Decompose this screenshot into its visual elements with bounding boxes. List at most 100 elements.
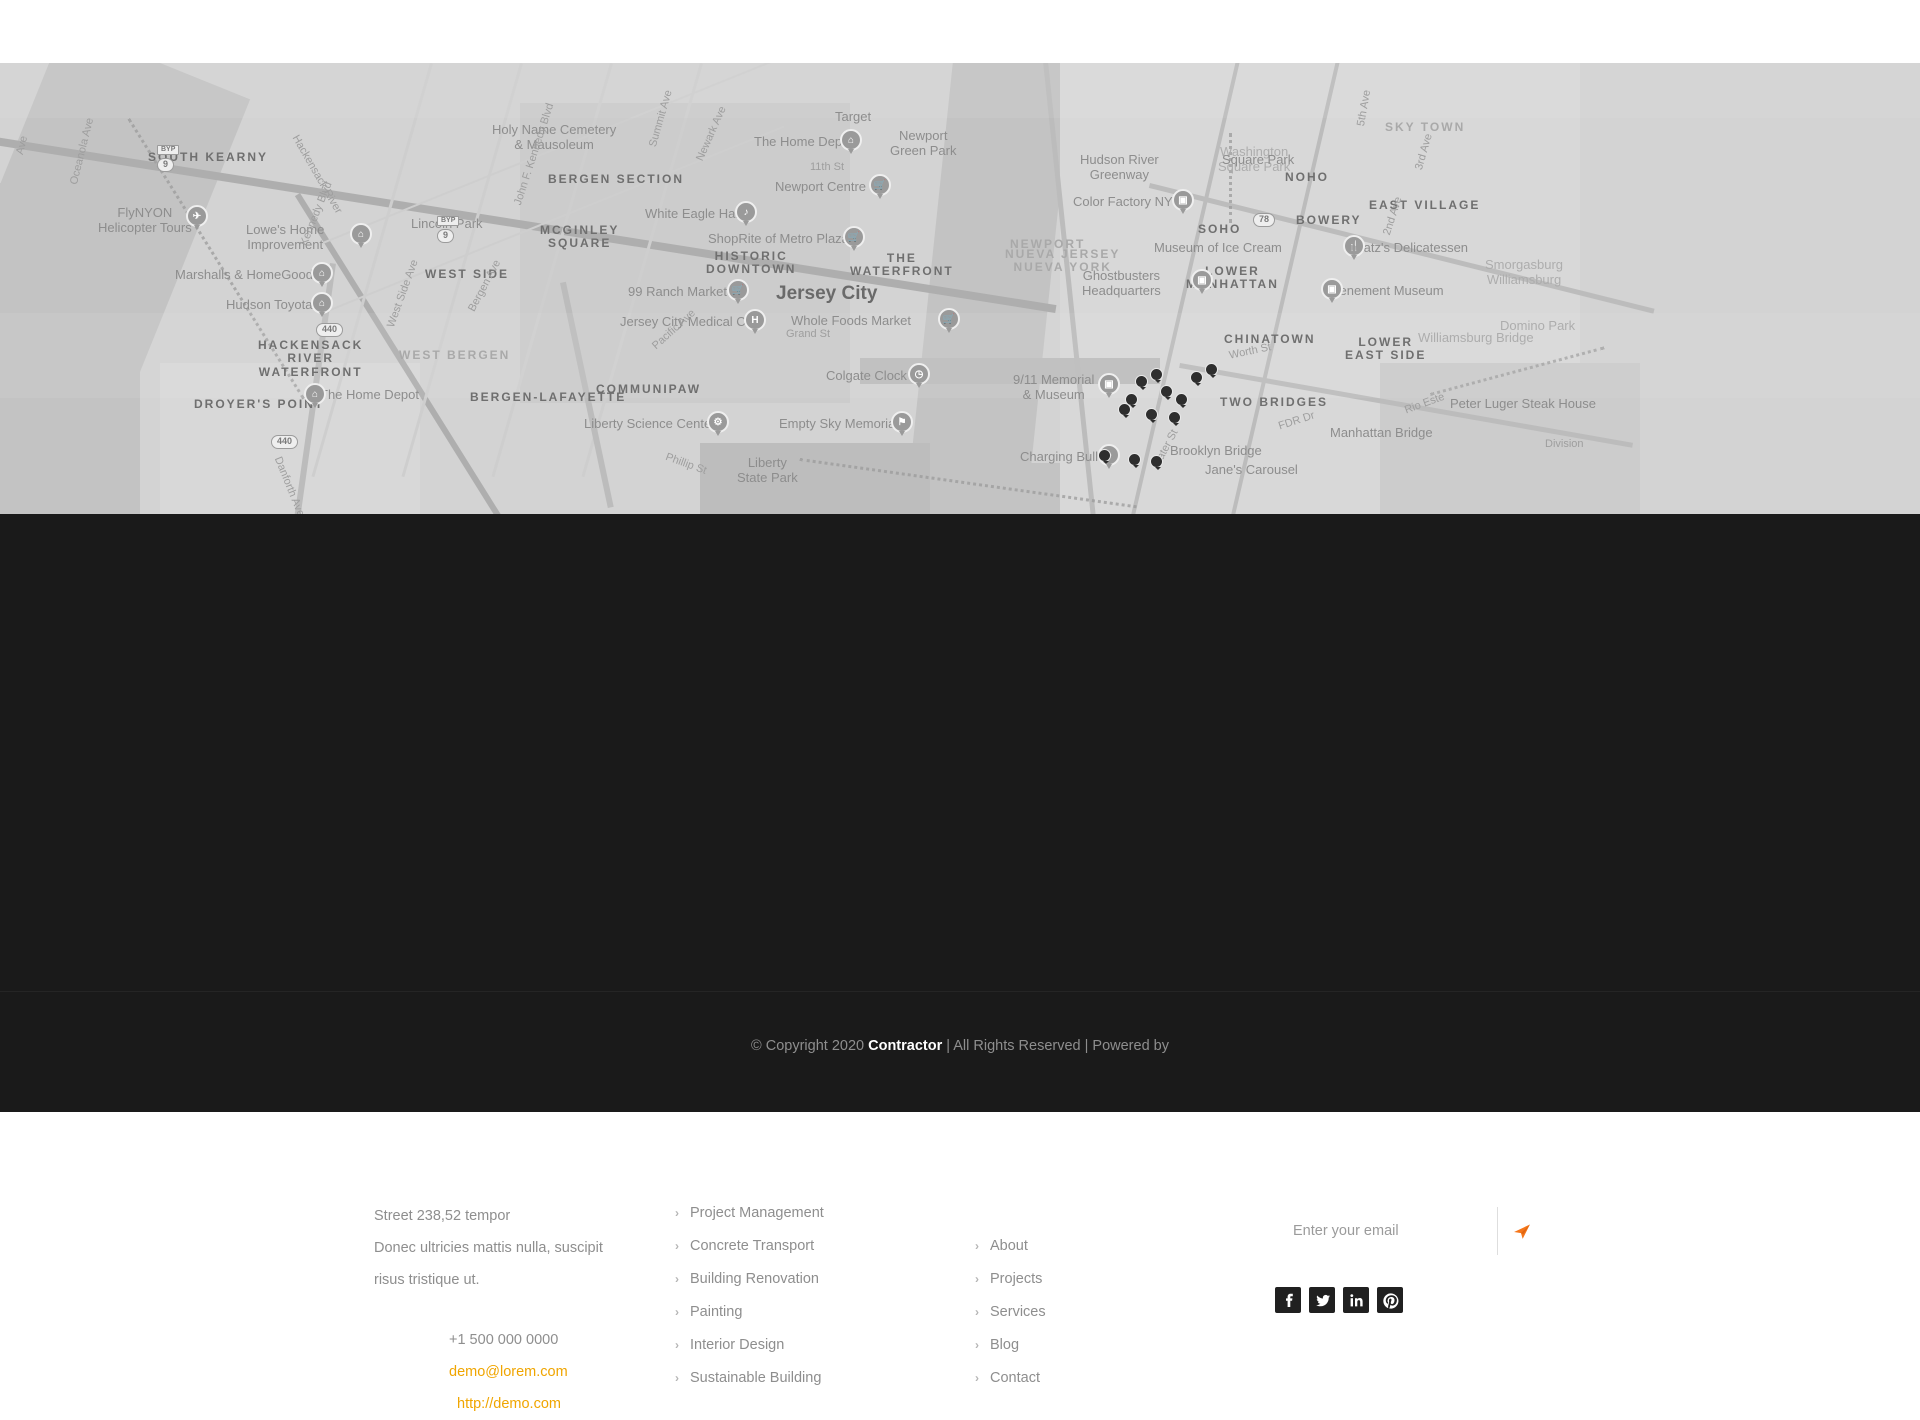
copyright-suffix: | All Rights Reserved | Powered by (942, 1038, 1169, 1054)
chevron-right-icon: › (675, 1206, 679, 1220)
map-poi-pin-small[interactable] (1168, 411, 1181, 426)
map-poi-pin[interactable]: ⚙ (707, 411, 729, 436)
map-poi-pin[interactable]: ⌂ (840, 129, 862, 154)
contact-value-email[interactable]: demo@lorem.com (449, 1356, 568, 1388)
map-label: Brooklyn Bridge (1170, 443, 1262, 458)
chevron-right-icon: › (675, 1272, 679, 1286)
map-poi-pin-small[interactable] (1175, 393, 1188, 408)
map-poi-pin[interactable]: 🛒 (843, 226, 865, 251)
linkedin-link[interactable] (1343, 1287, 1369, 1313)
map-label: TWO BRIDGES (1220, 395, 1328, 409)
service-link-painting[interactable]: › Painting (675, 1296, 915, 1329)
contact-row-phone: Phone: +1 500 000 0000 (374, 1324, 634, 1356)
map-poi-pin[interactable]: 🍴 (1343, 235, 1365, 260)
map-highway-shield: 440 (316, 323, 344, 337)
heading-underline (975, 1164, 1015, 1167)
map-poi-pin[interactable]: ⌂ (304, 383, 326, 408)
contact-label-email: E-mail: (374, 1364, 423, 1380)
linkedin-icon (1349, 1293, 1363, 1306)
map-poi-pin[interactable]: ▣ (1172, 189, 1194, 214)
quick-link-blog[interactable]: › Blog (975, 1329, 1195, 1362)
pinterest-link[interactable] (1377, 1287, 1403, 1313)
map-poi-pin[interactable]: 🛒 (938, 308, 960, 333)
twitter-link[interactable] (1309, 1287, 1335, 1313)
footer-heading-quick-links: QUICK LINKS (975, 1110, 1089, 1128)
heading-underline (675, 1164, 715, 1167)
quick-link-projects[interactable]: › Projects (975, 1263, 1195, 1296)
map-poi-pin-small[interactable] (1150, 455, 1163, 470)
map-label: COMMUNIPAW (596, 382, 702, 396)
facebook-link[interactable] (1275, 1287, 1301, 1313)
map-poi-pin[interactable]: ⌂ (311, 292, 333, 317)
map-overlay-band (0, 63, 1920, 118)
quick-link-home[interactable]: › Home (975, 1197, 1195, 1230)
contact-label-phone: Phone: (374, 1332, 424, 1348)
footer-divider (0, 991, 1920, 992)
map-poi-pin-small[interactable] (1098, 449, 1111, 464)
map-poi-pin[interactable]: ▣ (1191, 269, 1213, 294)
map-label: FlyNYON Helicopter Tours (98, 205, 192, 235)
map-poi-pin[interactable]: 🛒 (869, 174, 891, 199)
map-poi-pin[interactable]: ✈ (186, 205, 208, 230)
map-label: 99 Ranch Market (628, 284, 727, 299)
map-label: Museum of Ice Cream (1154, 240, 1282, 255)
map-poi-pin-small[interactable] (1128, 453, 1141, 468)
copyright-prefix: © Copyright 2020 (751, 1038, 869, 1054)
map-block-park (700, 443, 930, 514)
map-poi-pin[interactable]: H (744, 309, 766, 334)
map-poi-pin[interactable]: ♪ (735, 201, 757, 226)
map-poi-pin-small[interactable] (1135, 375, 1148, 390)
map-label: Colgate Clock (826, 368, 907, 383)
contact-value-website[interactable]: http://demo.com (449, 1388, 561, 1420)
map-highway-shield: 78 (1253, 213, 1276, 227)
chevron-right-icon: › (675, 1239, 679, 1253)
map-poi-pin-small[interactable] (1145, 408, 1158, 423)
map-poi-pin-small[interactable] (1205, 363, 1218, 378)
chevron-right-icon: › (975, 1272, 979, 1286)
map-poi-pin[interactable]: ⚑ (891, 411, 913, 436)
footer-column-our-services: OUR SERVICES › Project Management › Concret… (675, 1110, 915, 1395)
chevron-right-icon: › (675, 1305, 679, 1319)
newsletter-form (1275, 1207, 1545, 1255)
service-link-interior-design[interactable]: › Interior Design (675, 1329, 915, 1362)
chevron-right-icon: › (675, 1371, 679, 1385)
newsletter-submit-button[interactable] (1497, 1207, 1545, 1255)
map-label: Smorgasburg Williamsburg (1485, 257, 1564, 287)
map-label: Liberty State Park (737, 455, 798, 485)
map-label: Ghostbusters Headquarters (1082, 268, 1161, 298)
service-link-project-management[interactable]: › Project Management (675, 1197, 915, 1230)
map-poi-pin[interactable]: ⌂ (311, 262, 333, 287)
chevron-right-icon: › (975, 1239, 979, 1253)
map-label: Jane's Carousel (1205, 462, 1298, 477)
service-link-building-renovation[interactable]: › Building Renovation (675, 1263, 915, 1296)
map-label: NOHO (1285, 170, 1329, 184)
quick-link-contact[interactable]: › Contact (975, 1362, 1195, 1395)
map-poi-pin[interactable]: ⌂ (350, 223, 372, 248)
map-label: Marshalls & HomeGoods (175, 267, 320, 282)
map-poi-pin[interactable]: ◷ (908, 363, 930, 388)
map-poi-pin-small[interactable] (1160, 385, 1173, 400)
map-label: Jersey City (776, 283, 878, 304)
map-highway-shield: 9 (157, 158, 175, 172)
footer-social-links (1275, 1287, 1575, 1313)
map-label: The Home Depot (320, 387, 419, 402)
chevron-right-icon: › (675, 1338, 679, 1352)
quick-link-label: About (990, 1238, 1028, 1254)
map-label: Target (835, 109, 872, 124)
map-poi-pin[interactable]: ▣ (1321, 278, 1343, 303)
service-link-concrete-transport[interactable]: › Concrete Transport (675, 1230, 915, 1263)
chevron-right-icon: › (975, 1371, 979, 1385)
map-label: DROYER'S POINT (194, 397, 325, 411)
map-poi-pin[interactable]: 🛒 (727, 279, 749, 304)
quick-link-services[interactable]: › Services (975, 1296, 1195, 1329)
map-label: Grand St (786, 328, 831, 340)
map-poi-pin-small[interactable] (1150, 368, 1163, 383)
service-link-sustainable-building[interactable]: › Sustainable Building (675, 1362, 915, 1395)
map-poi-pin[interactable]: ▣ (1098, 373, 1120, 398)
location-map[interactable]: SOUTH KEARNY BERGEN SECTION MCGINLEY SQUARE… (0, 63, 1920, 514)
newsletter-email-input[interactable] (1275, 1207, 1497, 1255)
footer-services-list: › Project Management › Concrete Transport › B… (675, 1197, 915, 1395)
map-poi-pin-small[interactable] (1118, 403, 1131, 418)
map-poi-pin-small[interactable] (1190, 371, 1203, 386)
quick-link-about[interactable]: › About (975, 1230, 1195, 1263)
